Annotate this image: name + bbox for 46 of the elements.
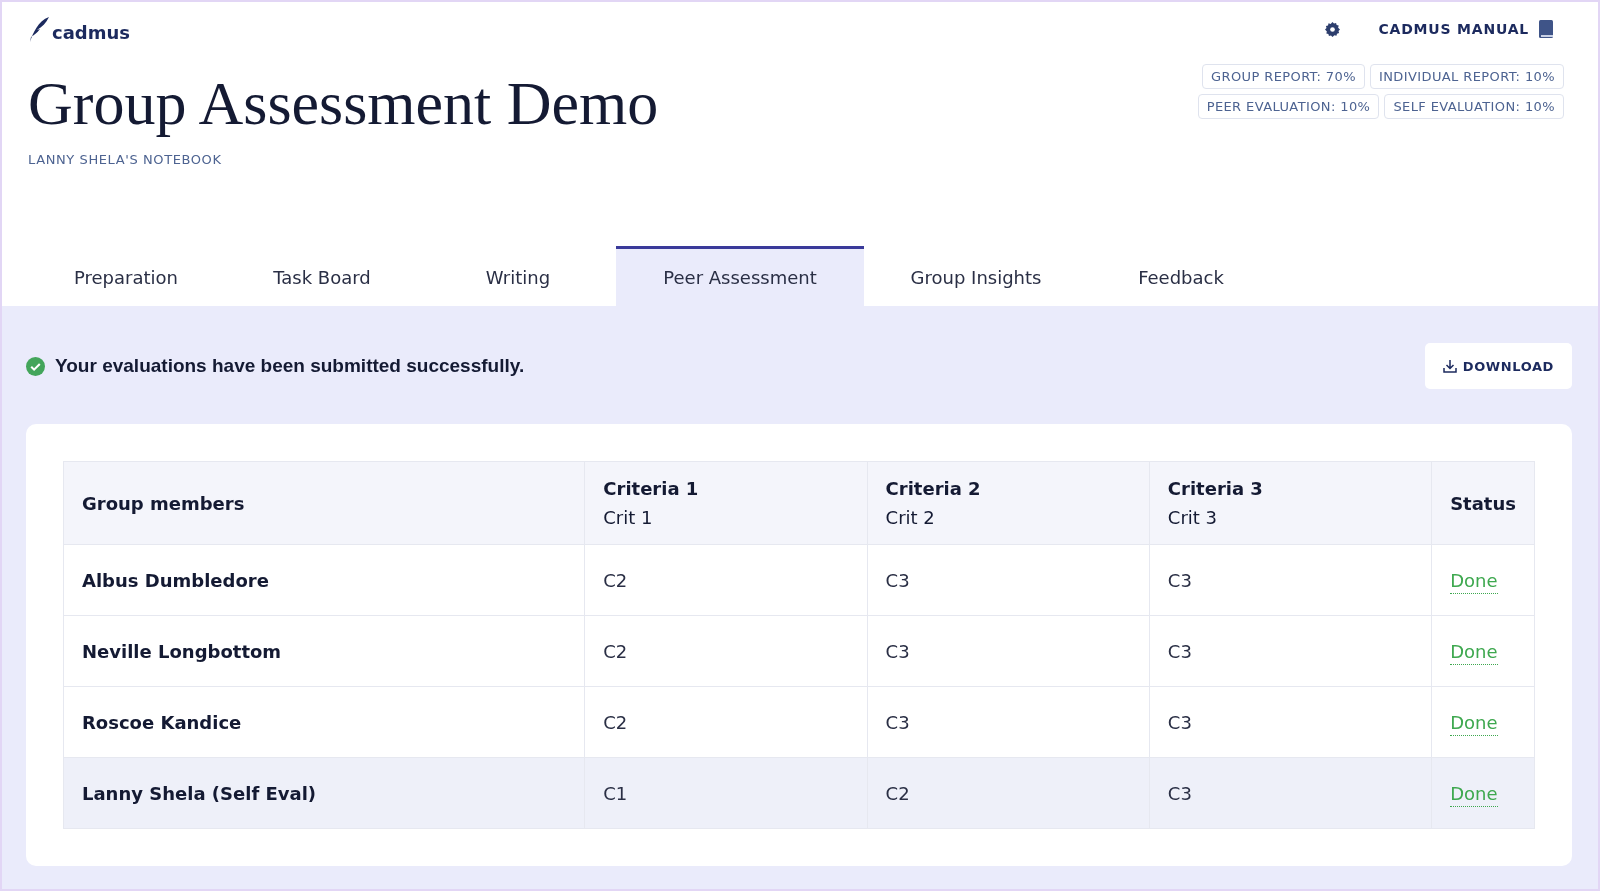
tab[interactable]: Task Board bbox=[224, 246, 420, 306]
book-icon bbox=[1539, 20, 1554, 38]
logo-text: cadmus bbox=[52, 22, 130, 43]
weight-tag: INDIVIDUAL REPORT: 10% bbox=[1369, 64, 1564, 89]
member-name-cell: Roscoe Kandice bbox=[63, 686, 585, 758]
score-cell: C2 bbox=[584, 544, 868, 616]
download-icon bbox=[1442, 359, 1457, 373]
score-cell: C3 bbox=[867, 544, 1150, 616]
score-cell: C2 bbox=[584, 615, 868, 687]
tab[interactable]: Feedback bbox=[1088, 246, 1274, 306]
member-name-cell: Lanny Shela (Self Eval) bbox=[63, 757, 585, 829]
check-circle-icon bbox=[26, 356, 45, 376]
settings-icon[interactable] bbox=[1325, 21, 1341, 37]
tab[interactable]: Preparation bbox=[28, 246, 224, 306]
score-cell: C3 bbox=[1149, 757, 1432, 829]
score-cell: C3 bbox=[867, 615, 1150, 687]
download-button[interactable]: DOWNLOAD bbox=[1424, 343, 1572, 389]
column-header: Criteria 1 Crit 1 bbox=[584, 461, 868, 545]
score-cell: C3 bbox=[1149, 544, 1432, 616]
score-cell: C3 bbox=[867, 686, 1150, 758]
score-cell: C1 bbox=[584, 757, 868, 829]
column-header: Group members bbox=[63, 461, 585, 545]
status-text: Done bbox=[1450, 782, 1498, 807]
status-text: Done bbox=[1450, 640, 1498, 665]
member-name-cell: Neville Longbottom bbox=[63, 615, 585, 687]
score-cell: C3 bbox=[1149, 686, 1432, 758]
column-header: Status bbox=[1431, 461, 1535, 545]
column-header: Criteria 2 Crit 2 bbox=[867, 461, 1150, 545]
score-cell: C2 bbox=[584, 686, 868, 758]
weight-tag: SELF EVALUATION: 10% bbox=[1384, 94, 1564, 119]
status-text: Done bbox=[1450, 569, 1498, 594]
notebook-subtitle: LANNY SHELA'S NOTEBOOK bbox=[28, 152, 223, 167]
weight-tag: GROUP REPORT: 70% bbox=[1202, 64, 1365, 89]
column-header: Criteria 3 Crit 3 bbox=[1149, 461, 1432, 545]
success-message: Your evaluations have been submitted successfully. bbox=[55, 355, 525, 377]
page-title: Group Assessment Demo bbox=[28, 68, 659, 138]
member-name-cell: Albus Dumbledore bbox=[63, 544, 585, 616]
manual-link[interactable]: CADMUS MANUAL bbox=[1378, 20, 1554, 38]
weight-tag: PEER EVALUATION: 10% bbox=[1197, 94, 1380, 119]
status-text: Done bbox=[1450, 711, 1498, 736]
tab[interactable]: Writing bbox=[420, 246, 616, 306]
score-cell: C2 bbox=[867, 757, 1150, 829]
tab[interactable]: Group Insights bbox=[864, 246, 1088, 306]
tab[interactable]: Peer Assessment bbox=[616, 246, 864, 306]
score-cell: C3 bbox=[1149, 615, 1432, 687]
quill-logo-icon bbox=[28, 15, 50, 43]
